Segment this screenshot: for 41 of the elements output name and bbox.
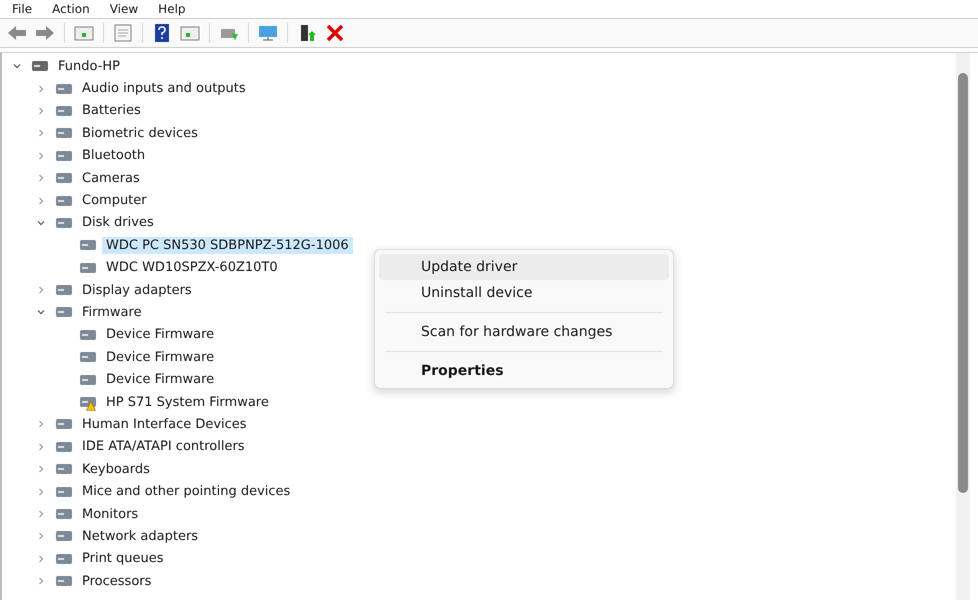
- tree-item[interactable]: Monitors: [78, 506, 142, 522]
- tree-item[interactable]: Device Firmware: [102, 371, 218, 388]
- scrollbar[interactable]: [956, 53, 970, 600]
- tree-item[interactable]: Fundo-HP: [54, 58, 124, 75]
- window-icon[interactable]: [73, 24, 95, 42]
- tree-item[interactable]: Keyboards: [78, 460, 154, 478]
- window-icon[interactable]: [179, 24, 201, 42]
- tree-item[interactable]: Print queues: [78, 550, 168, 568]
- menu-item[interactable]: File: [12, 2, 32, 16]
- tree-item[interactable]: Disk drives: [78, 214, 158, 232]
- tree-item[interactable]: IDE ATA/ATAPI controllers: [78, 438, 249, 456]
- monitor-icon[interactable]: [257, 24, 279, 42]
- tree-item[interactable]: Batteries: [78, 102, 145, 120]
- tree-item[interactable]: Cameras: [78, 170, 144, 187]
- menu-item[interactable]: View: [110, 2, 138, 16]
- delete-icon[interactable]: [324, 24, 346, 42]
- scrollbar-thumb[interactable]: [958, 73, 968, 493]
- menu-item[interactable]: Properties: [379, 358, 669, 384]
- tree-item[interactable]: WDC WD10SPZX-60Z10T0: [102, 259, 282, 276]
- tree-item[interactable]: Mice and other pointing devices: [78, 483, 294, 500]
- menu-item[interactable]: Help: [158, 2, 186, 16]
- forward-icon[interactable]: [34, 24, 56, 42]
- tree-item[interactable]: Biometric devices: [78, 124, 202, 142]
- menu-item[interactable]: Scan for hardware changes: [379, 319, 669, 345]
- tree-item[interactable]: Device Firmware: [102, 326, 218, 344]
- document-icon[interactable]: [112, 24, 134, 42]
- menu-item[interactable]: Action: [52, 2, 90, 16]
- tree-item[interactable]: Human Interface Devices: [78, 416, 251, 433]
- menu-item[interactable]: Uninstall device: [379, 280, 669, 306]
- back-icon[interactable]: [6, 24, 28, 42]
- tree-item[interactable]: Firmware: [78, 304, 146, 321]
- tree-item[interactable]: Processors: [78, 572, 156, 590]
- tree-item[interactable]: Audio inputs and outputs: [78, 80, 250, 98]
- tree-item[interactable]: HP S71 System Firmware: [102, 394, 273, 411]
- menu-item[interactable]: Update driver: [379, 254, 669, 280]
- tree-item[interactable]: Device Firmware: [102, 348, 218, 366]
- tree-item[interactable]: Bluetooth: [78, 147, 150, 164]
- tree-item[interactable]: Display adapters: [78, 282, 196, 299]
- tree-item[interactable]: Network adapters: [78, 528, 202, 545]
- tree-item[interactable]: Computer: [78, 192, 151, 210]
- tree-item[interactable]: WDC PC SN530 SDBPNPZ-512G-1006: [102, 236, 353, 254]
